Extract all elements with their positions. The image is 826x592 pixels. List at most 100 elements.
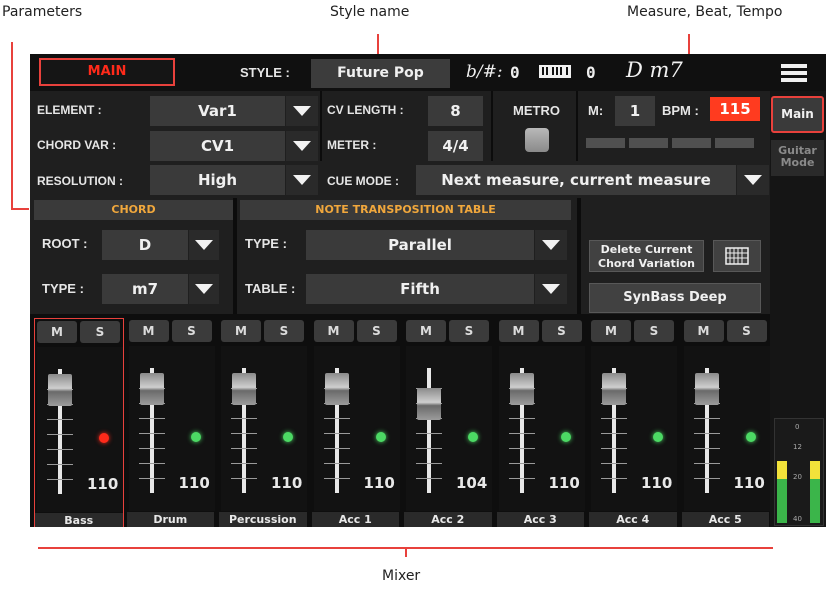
channel-name: Bass [35, 513, 123, 527]
bpm-value[interactable]: 115 [710, 97, 760, 121]
fader-tick [231, 478, 257, 479]
fader-tick [508, 433, 535, 434]
chevron-down-icon [195, 240, 213, 250]
mute-button[interactable]: M [591, 320, 631, 342]
fader-tick [601, 463, 627, 464]
ntt-type-label: TYPE : [245, 236, 287, 251]
fader-tick [601, 418, 627, 419]
mixer-channel: M S 110 Percussion [219, 318, 309, 527]
chord-var-value[interactable]: CV1 [150, 131, 285, 161]
meter-left-green [777, 479, 787, 523]
beat-indicator-4 [715, 138, 754, 148]
fader-knob[interactable] [324, 373, 349, 405]
fader-tick [416, 478, 442, 479]
mute-button[interactable]: M [128, 320, 169, 342]
mute-button[interactable]: M [313, 320, 354, 342]
fader-tick [416, 463, 442, 464]
fader-knob[interactable] [417, 388, 441, 420]
cv-length-value[interactable]: 8 [428, 96, 483, 126]
flat-sharp-value[interactable]: 0 [510, 63, 520, 82]
element-value[interactable]: Var1 [150, 96, 285, 126]
fader-tick [47, 479, 73, 480]
fader-tick [601, 478, 627, 479]
chord-type-value[interactable]: m7 [102, 274, 188, 304]
hamburger-menu-icon[interactable] [781, 62, 807, 84]
ntt-header: NOTE TRANSPOSITION TABLE [240, 200, 571, 220]
chevron-down-icon [744, 175, 762, 185]
ntt-type-dropdown[interactable] [535, 230, 567, 260]
ntt-table-label: TABLE : [245, 281, 296, 296]
channel-name: Acc 3 [496, 512, 584, 527]
fader-tick [323, 478, 350, 479]
chord-var-dropdown[interactable] [286, 131, 318, 161]
meter-value[interactable]: 4/4 [428, 131, 483, 161]
fader-knob[interactable] [139, 373, 164, 405]
main-mode-button[interactable]: MAIN [39, 58, 175, 86]
fader-tick [693, 433, 720, 434]
solo-button[interactable]: S [80, 321, 120, 343]
solo-button[interactable]: S [171, 320, 212, 342]
delete-chord-variation-button[interactable]: Delete Current Chord Variation [589, 240, 704, 272]
fader-tick [323, 418, 350, 419]
fader-tick [231, 448, 257, 449]
ntt-table-value[interactable]: Fifth [306, 274, 534, 304]
beat-indicator-2 [629, 138, 668, 148]
solo-button[interactable]: S [634, 320, 674, 342]
ntt-type-value[interactable]: Parallel [306, 230, 534, 260]
activity-led [653, 432, 663, 442]
metro-label: METRO [513, 103, 560, 118]
ntt-table-dropdown[interactable] [535, 274, 567, 304]
fader-tick [693, 463, 720, 464]
fader-knob[interactable] [232, 373, 256, 405]
delete-button-line2: Chord Variation [598, 257, 695, 270]
fader-knob[interactable] [48, 374, 72, 406]
solo-button[interactable]: S [449, 320, 489, 342]
mute-button[interactable]: M [498, 320, 539, 342]
chevron-down-icon [293, 175, 311, 185]
fader-tick [416, 433, 442, 434]
mute-button[interactable]: M [37, 321, 77, 343]
chord-header: CHORD [34, 200, 233, 220]
cue-mode-value[interactable]: Next measure, current measure [416, 165, 736, 195]
mixer: M S 110 Bass M S 110 Drum M S 110 Percus… [30, 314, 770, 527]
sound-name-button[interactable]: SynBass Deep [589, 283, 761, 313]
cue-mode-dropdown[interactable] [737, 165, 769, 195]
resolution-dropdown[interactable] [286, 165, 318, 195]
mute-button[interactable]: M [406, 320, 446, 342]
element-dropdown[interactable] [286, 96, 318, 126]
solo-button[interactable]: S [541, 320, 582, 342]
metro-toggle[interactable] [525, 128, 549, 152]
fader-knob[interactable] [602, 373, 626, 405]
mixer-channel: M S 110 Acc 3 [496, 318, 587, 527]
fader-tick [508, 478, 535, 479]
solo-button[interactable]: S [726, 320, 767, 342]
fader-knob[interactable] [509, 373, 534, 405]
fader-tick [601, 448, 627, 449]
mute-button[interactable]: M [683, 320, 724, 342]
chord-type-label: TYPE : [42, 281, 84, 296]
mute-button[interactable]: M [221, 320, 261, 342]
chord-var-label: CHORD VAR : [37, 138, 117, 152]
style-name-button[interactable]: Future Pop [311, 59, 450, 88]
fader-knob[interactable] [694, 373, 719, 405]
tab-main[interactable]: Main [771, 96, 824, 133]
chord-type-dropdown[interactable] [189, 274, 219, 304]
chevron-down-icon [542, 284, 560, 294]
volume-value: 110 [733, 474, 765, 492]
volume-value: 110 [548, 474, 580, 492]
root-dropdown[interactable] [189, 230, 219, 260]
fader-tick [416, 448, 442, 449]
solo-button[interactable]: S [264, 320, 304, 342]
fader-tick [47, 419, 73, 420]
fader-tick [231, 463, 257, 464]
solo-button[interactable]: S [356, 320, 397, 342]
annotation-measure-beat-tempo: Measure, Beat, Tempo [627, 4, 783, 20]
tab-guitar-mode[interactable]: Guitar Mode [771, 140, 824, 176]
keyboard-transpose-value[interactable]: 0 [586, 63, 596, 82]
fader-tick [693, 448, 720, 449]
resolution-value[interactable]: High [150, 165, 285, 195]
measure-value: 1 [615, 96, 655, 126]
channel-name: Acc 1 [311, 512, 399, 527]
root-value[interactable]: D [102, 230, 188, 260]
keyboard-grid-button[interactable] [713, 240, 761, 272]
